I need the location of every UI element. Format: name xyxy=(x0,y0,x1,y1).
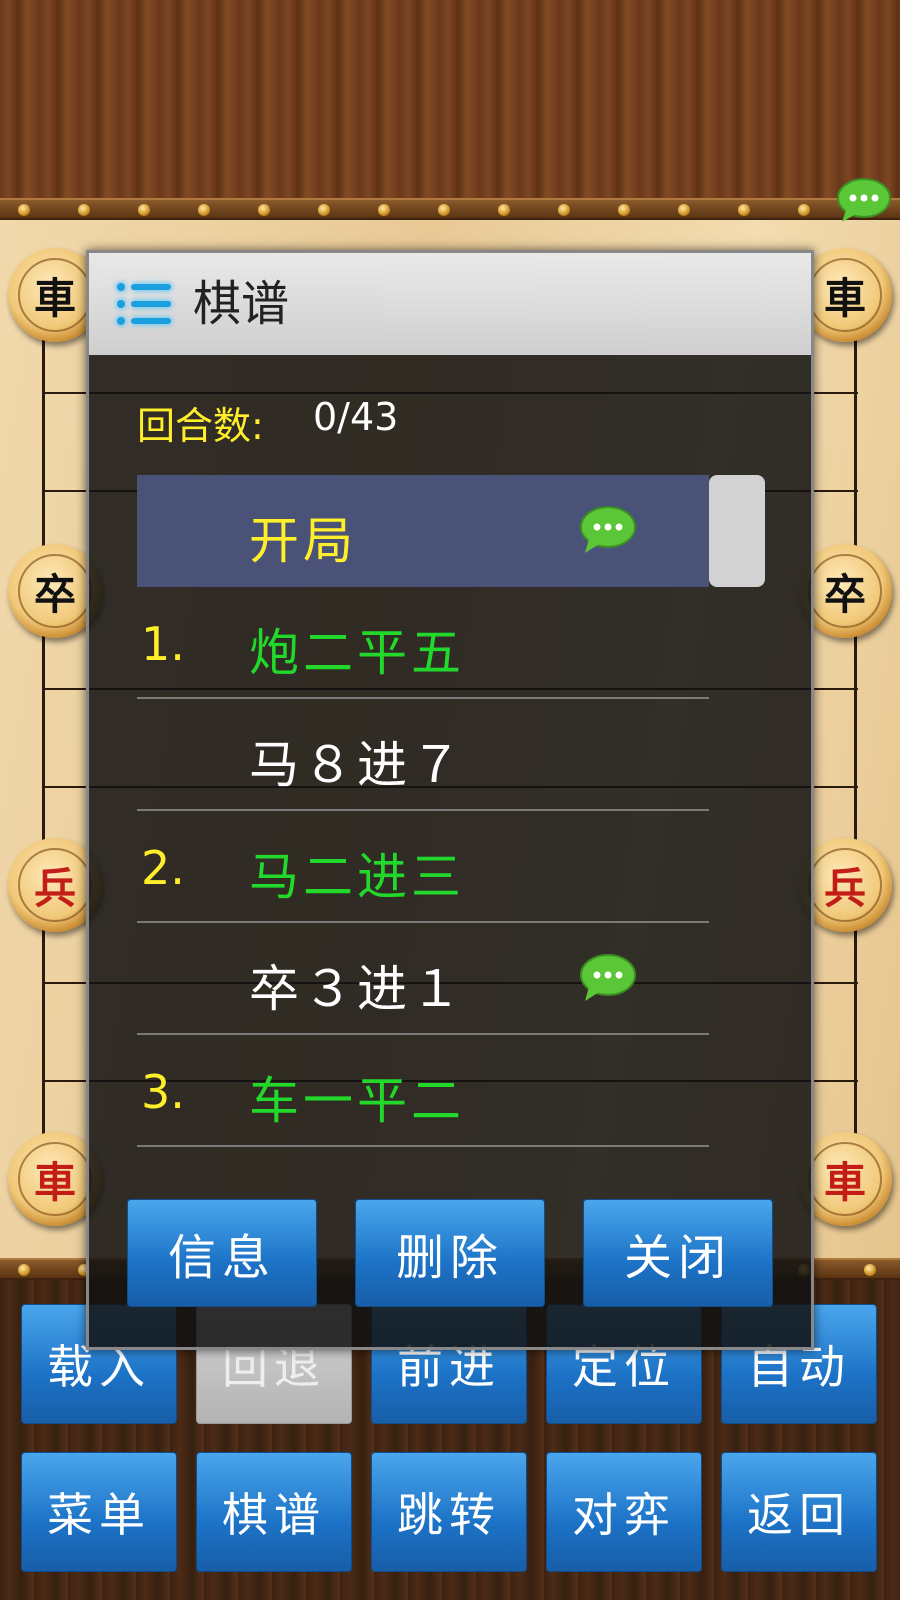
move-text: 炮二平五 xyxy=(249,624,465,682)
round-count-value: 0/43 xyxy=(313,395,399,439)
list-menu-icon xyxy=(111,275,177,333)
move-text: 马８进７ xyxy=(249,736,465,794)
move-list-item[interactable]: 3. 车一平二 xyxy=(137,1035,709,1147)
game-record-dialog: 棋谱 回合数: 0/43 开局 1. 炮二平五 马８进７ 2. 马二进三 卒３进… xyxy=(86,250,814,1350)
move-list-item[interactable]: 开局 xyxy=(137,475,709,587)
jump-button[interactable]: 跳转 xyxy=(371,1452,527,1572)
comment-icon[interactable] xyxy=(579,953,637,1003)
back-button[interactable]: 返回 xyxy=(721,1452,877,1572)
record-button[interactable]: 棋谱 xyxy=(196,1452,352,1572)
dialog-title: 棋谱 xyxy=(193,276,290,332)
move-text: 马二进三 xyxy=(249,848,465,906)
delete-button[interactable]: 删除 xyxy=(355,1199,545,1307)
move-list-item[interactable]: 2. 马二进三 xyxy=(137,811,709,923)
info-button[interactable]: 信息 xyxy=(127,1199,317,1307)
menu-button[interactable]: 菜单 xyxy=(21,1452,177,1572)
comment-icon[interactable] xyxy=(579,505,637,555)
move-number: 2. xyxy=(141,841,185,895)
move-number: 3. xyxy=(141,1065,185,1119)
move-text: 卒３进１ xyxy=(249,960,465,1018)
top-wood-panel xyxy=(0,0,900,212)
chat-bubble-icon[interactable] xyxy=(836,178,892,224)
move-list-item[interactable]: 马８进７ xyxy=(137,699,709,811)
move-list-item[interactable]: 卒３进１ xyxy=(137,923,709,1035)
move-text: 车一平二 xyxy=(249,1072,465,1130)
dialog-header: 棋谱 xyxy=(89,253,811,355)
move-list-item[interactable]: 1. 炮二平五 xyxy=(137,587,709,699)
board-edge-line xyxy=(854,260,857,1190)
scrollbar-thumb[interactable] xyxy=(709,475,765,587)
move-number: 1. xyxy=(141,617,185,671)
play-button[interactable]: 对弈 xyxy=(546,1452,702,1572)
board-edge-line xyxy=(42,260,45,1190)
close-button[interactable]: 关闭 xyxy=(583,1199,773,1307)
round-count-label: 回合数: xyxy=(137,404,264,448)
move-text: 开局 xyxy=(249,512,357,570)
move-list[interactable]: 开局 1. 炮二平五 马８进７ 2. 马二进三 卒３进１ 3. 车一平二 xyxy=(137,475,709,1147)
top-rail xyxy=(0,198,900,220)
